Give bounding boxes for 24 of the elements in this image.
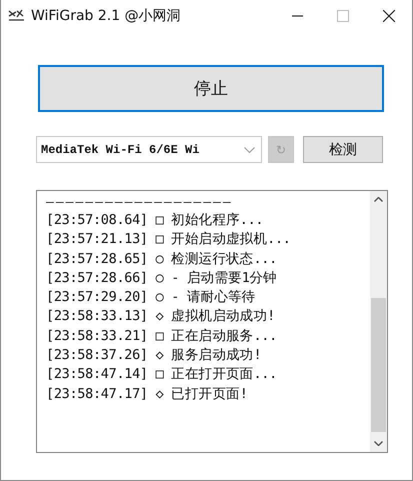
log-line: [23:58:33.21] □ 正在启动服务... [46,326,278,346]
log-line: [23:58:33.13] ◇ 虚拟机启动成功! [46,307,276,326]
log-line: [23:57:29.20] ○ - 请耐心等待 [46,288,256,308]
separator-line: ——————————————————— [46,195,234,211]
adapter-dropdown[interactable]: MediaTek Wi-Fi 6/6E Wi [36,136,262,163]
scrollbar[interactable] [370,191,387,452]
log-line: [23:58:47.14] □ 正在打开页面... [46,365,278,384]
detect-button[interactable]: 检测 [303,136,383,163]
log-line: [23:57:28.66] ○ - 启动需要1分钟 [46,268,278,288]
app-icon [8,9,25,22]
chevron-up-icon[interactable] [374,197,383,202]
stop-button[interactable]: 停止 [38,65,384,112]
chevron-down-icon[interactable] [374,441,383,446]
log-line: [23:58:47.17] ◇ 已打开页面! [46,384,249,404]
window-title: WiFiGrab 2.1 @小网洞 [31,6,182,24]
log-line: [23:57:21.13] □ 开始启动虚拟机... [46,230,292,250]
maximize-icon [337,10,349,22]
minimize-icon [292,14,302,16]
log-line: [23:58:37.26] ◇ 服务启动成功! [46,346,262,366]
close-icon [383,10,395,22]
chevron-down-icon [244,146,255,152]
log-line: [23:57:28.65] ○ 检测运行状态... [46,250,278,269]
log-line: [23:57:08.64] □ 初始化程序... [46,211,264,230]
scrollbar-thumb[interactable] [371,298,386,432]
